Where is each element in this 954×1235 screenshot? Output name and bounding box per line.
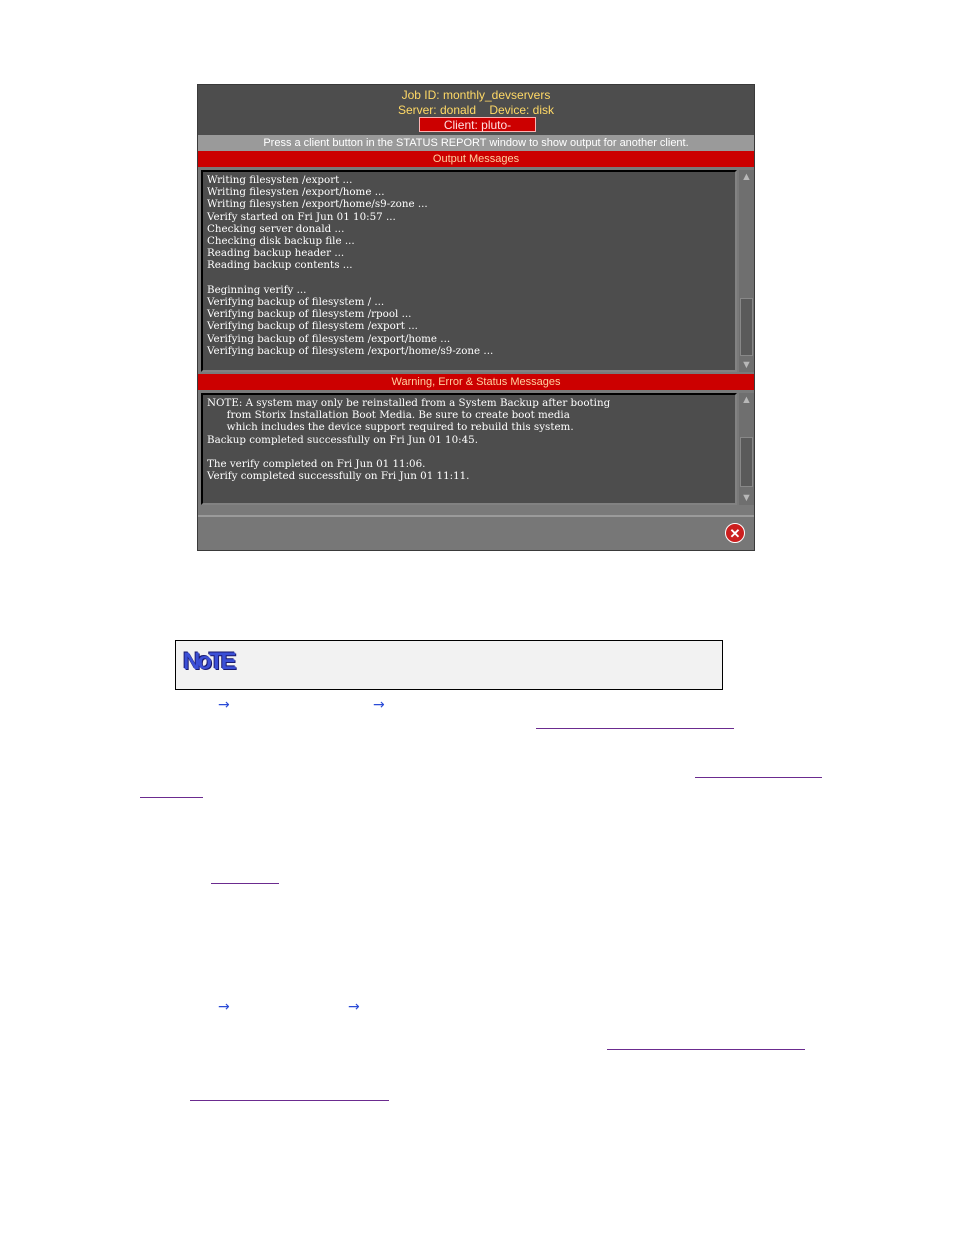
job-id-label: Job ID: monthly_devservers (401, 88, 551, 102)
scroll-thumb[interactable] (740, 298, 753, 356)
link-underline[interactable] (140, 797, 203, 798)
client-badge[interactable]: Client: pluto-container (419, 117, 536, 147)
link-underline[interactable] (190, 1100, 389, 1101)
arrow-right-icon: → (218, 999, 230, 1015)
scroll-thumb[interactable] (740, 437, 753, 487)
link-underline[interactable] (607, 1049, 805, 1050)
link-underline[interactable] (536, 728, 734, 729)
note-icon: NoTE (183, 648, 237, 675)
client-output-window: Job ID: monthly_devservers Server: donal… (197, 84, 755, 551)
link-underline[interactable] (211, 883, 279, 884)
output-messages-header: Output Messages (198, 151, 754, 167)
hint-text: Press a client button in the STATUS REPO… (198, 135, 754, 151)
status-scrollbar[interactable]: ▲ ▼ (739, 393, 754, 505)
arrow-right-icon: → (348, 999, 360, 1015)
close-icon[interactable]: ✕ (725, 523, 745, 543)
scroll-down-icon[interactable]: ▼ (739, 491, 754, 505)
scroll-up-icon[interactable]: ▲ (739, 393, 754, 407)
output-messages-text: Writing filesysten /export ... Writing f… (207, 174, 494, 357)
arrow-right-icon: → (373, 697, 385, 713)
status-messages-pane[interactable]: NOTE: A system may only be reinstalled f… (201, 393, 737, 505)
scroll-down-icon[interactable]: ▼ (739, 358, 754, 372)
output-scrollbar[interactable]: ▲ ▼ (739, 170, 754, 372)
status-messages-text: NOTE: A system may only be reinstalled f… (207, 397, 611, 483)
scroll-up-icon[interactable]: ▲ (739, 170, 754, 184)
window-header: Job ID: monthly_devservers Server: donal… (198, 85, 754, 147)
output-messages-pane[interactable]: Writing filesysten /export ... Writing f… (201, 170, 737, 372)
status-messages-header: Warning, Error & Status Messages (198, 374, 754, 390)
note-box: NoTE (175, 640, 723, 690)
window-footer: ✕ (198, 515, 754, 550)
server-device-label: Server: donald Device: disk (397, 103, 555, 117)
arrow-right-icon: → (218, 697, 230, 713)
link-underline[interactable] (695, 777, 822, 778)
